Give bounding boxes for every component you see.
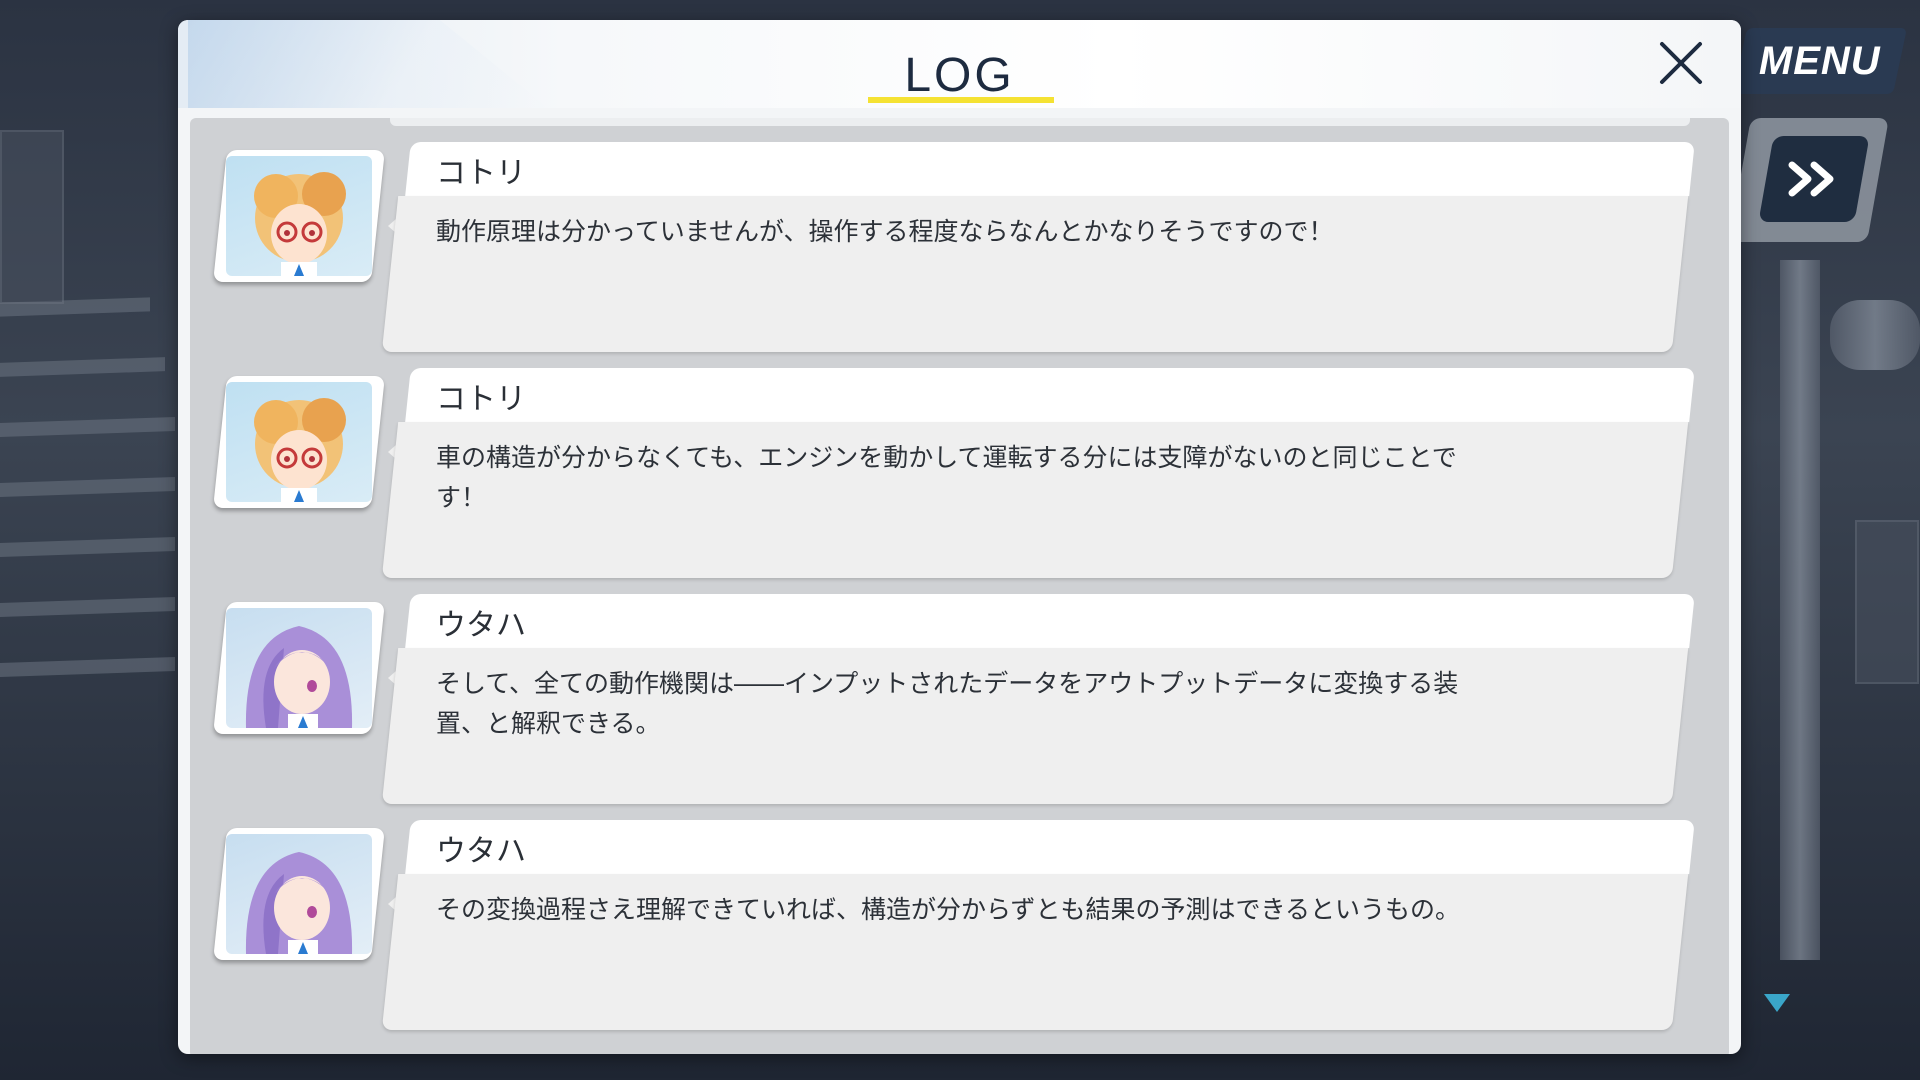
scroll-down-icon[interactable] [1762, 992, 1792, 1014]
speaker-name: ウタハ [436, 608, 526, 643]
fast-forward-icon [1788, 161, 1834, 197]
avatar-kotori [213, 376, 385, 508]
menu-button[interactable]: MENU [1732, 28, 1908, 94]
background-stair [0, 357, 165, 377]
background-stair [0, 656, 175, 678]
avatar-utaha [213, 828, 385, 960]
background-panel [1855, 520, 1919, 684]
log-dialog: LOG コトリ 動作原理は分かっていませんが、操作する程度ならなんとかなりそうで… [178, 20, 1741, 1054]
previous-entry-edge [390, 118, 1690, 126]
log-entry: コトリ 動作原理は分かっていませんが、操作する程度ならなんとかなりそうですので！ [190, 142, 1729, 354]
log-entry: コトリ 車の構造が分からなくても、エンジンを動かして運転する分には支障がないのと… [190, 368, 1729, 580]
log-list[interactable]: コトリ 動作原理は分かっていませんが、操作する程度ならなんとかなりそうですので！ [190, 118, 1729, 1054]
name-bar [405, 594, 1695, 648]
dialogue-text: その変換過程さえ理解できていれば、構造が分からずとも結果の予測はできるというもの… [436, 895, 1461, 924]
avatar-utaha [213, 602, 385, 734]
background-pipe [1830, 300, 1920, 370]
background-stair [0, 596, 175, 618]
log-entry: ウタハ そして、全ての動作機関は――インプットされたデータをアウトプットデータに… [190, 594, 1729, 806]
log-entry: ウタハ その変換過程さえ理解できていれば、構造が分からずとも結果の予測はできると… [190, 820, 1729, 1032]
speaker-name: ウタハ [436, 834, 526, 869]
background-stair [0, 416, 175, 438]
speaker-name: コトリ [436, 382, 526, 417]
dialogue-text: 動作原理は分かっていませんが、操作する程度ならなんとかなりそうですので！ [436, 217, 1334, 246]
fast-forward-button[interactable] [1758, 136, 1870, 222]
name-bar [405, 368, 1695, 422]
dialogue-text: 車の構造が分からなくても、エンジンを動かして運転する分には支障がないのと同じこと… [436, 443, 1457, 512]
avatar-kotori [213, 150, 385, 282]
name-bar [405, 142, 1695, 196]
close-icon[interactable] [1656, 38, 1706, 88]
name-bar [405, 820, 1695, 874]
speaker-name: コトリ [436, 156, 526, 191]
log-title: LOG [904, 49, 1015, 102]
background-stair [0, 536, 175, 558]
background-pipe [1780, 260, 1820, 960]
dialogue-text: そして、全ての動作機関は――インプットされたデータをアウトプットデータに変換する… [436, 669, 1459, 738]
background-panel [0, 130, 64, 304]
log-header: LOG [178, 20, 1741, 108]
menu-label: MENU [1759, 38, 1881, 83]
title-underline [868, 97, 1054, 103]
background-stair [0, 476, 175, 498]
